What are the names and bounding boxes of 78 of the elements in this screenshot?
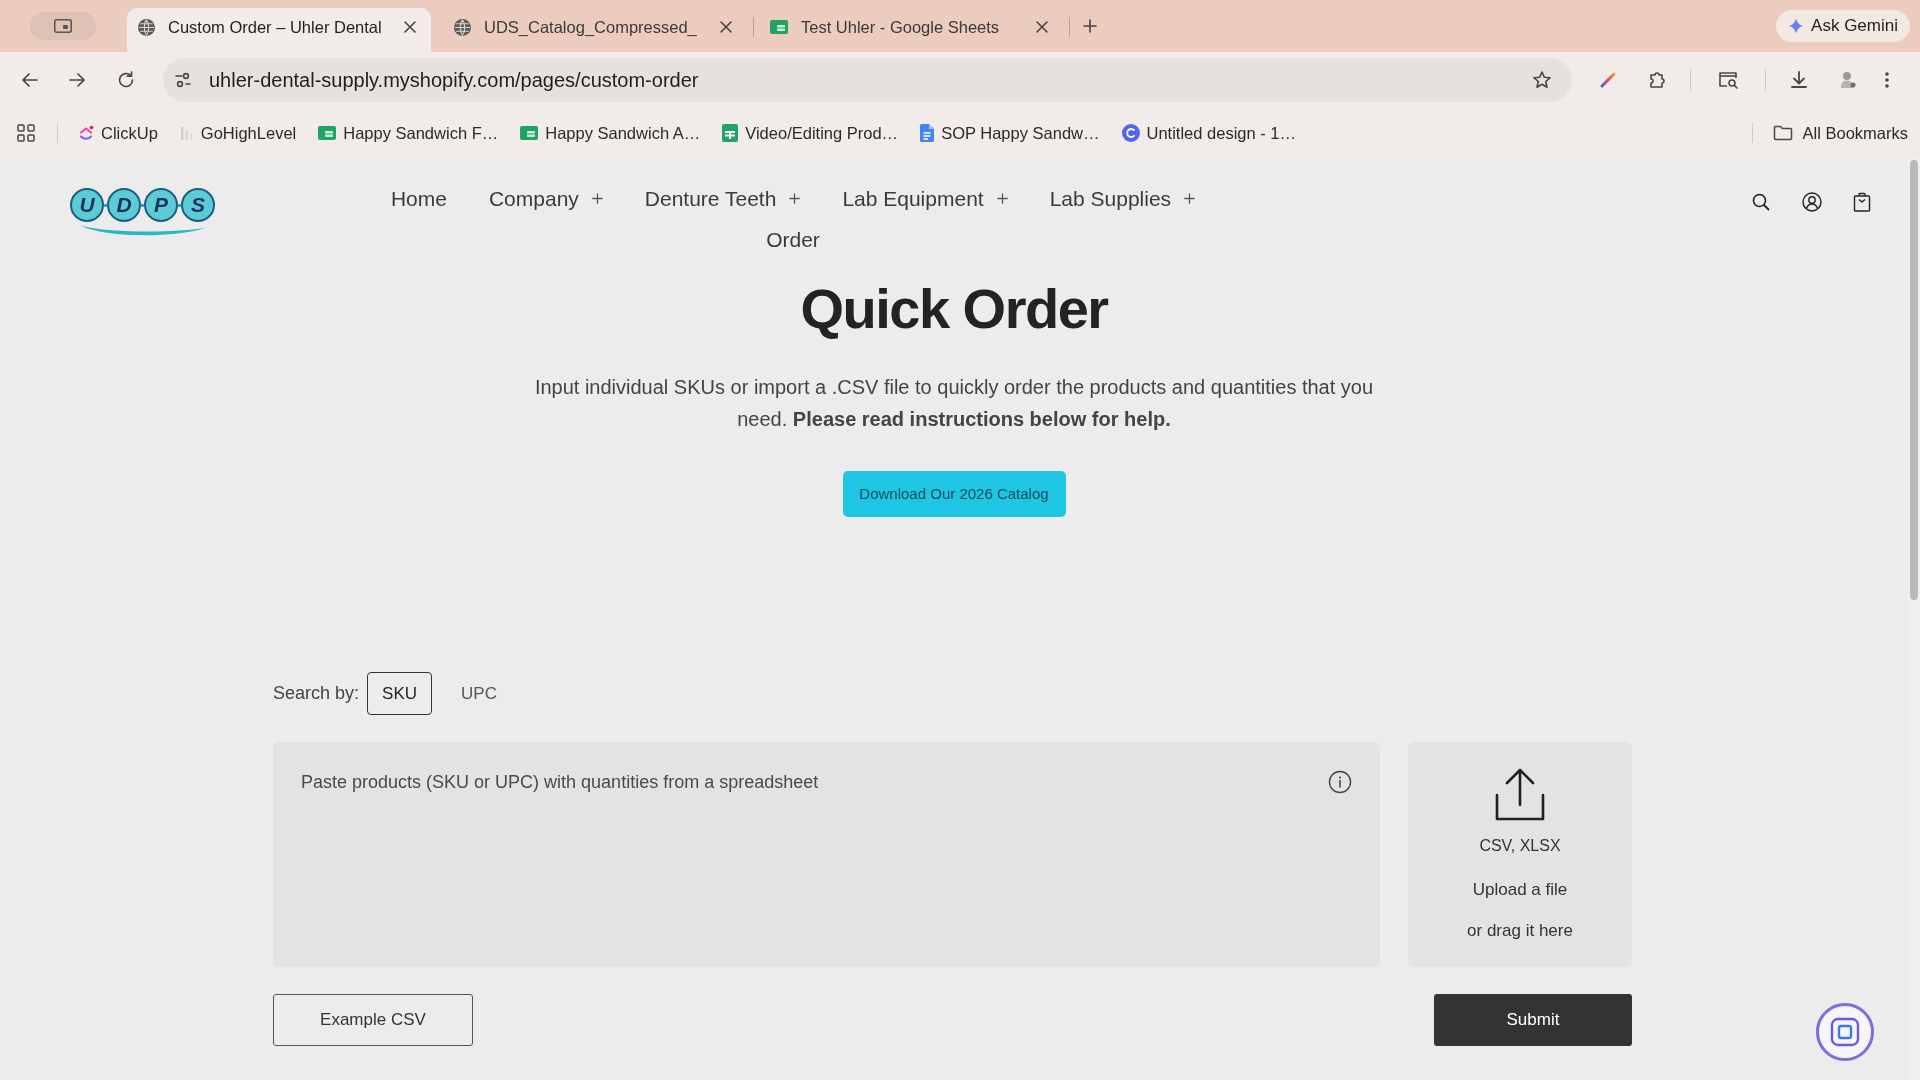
gradient-circle-icon — [1121, 124, 1140, 142]
window-icon — [54, 19, 72, 33]
more-icon[interactable] — [1884, 70, 1890, 90]
search-option-tab[interactable]: UPC — [446, 672, 512, 715]
back-icon[interactable] — [20, 70, 40, 90]
bars-icon — [179, 125, 194, 141]
bookmark-link[interactable]: Happy Sandwich F… — [312, 118, 505, 148]
window-button[interactable] — [30, 12, 96, 40]
globe-icon — [454, 18, 471, 36]
search-icon[interactable] — [1751, 192, 1771, 212]
plus-icon[interactable] — [789, 193, 801, 204]
frame-icon — [1830, 1017, 1860, 1047]
paste-field[interactable]: Paste products (SKU or UPC) with quantities from a spreadsheet — [273, 742, 1380, 967]
close-icon[interactable] — [1036, 21, 1048, 33]
logo-letter: S — [181, 188, 215, 222]
account-icon[interactable] — [1802, 192, 1822, 212]
close-icon[interactable] — [720, 21, 732, 33]
close-icon[interactable] — [404, 21, 416, 33]
globe-icon — [138, 18, 155, 36]
scrollbar-thumb[interactable] — [1910, 160, 1918, 600]
screen-search-icon[interactable] — [1717, 70, 1739, 90]
upload-text: Upload a file — [1472, 879, 1568, 901]
bookmark-link[interactable]: Video/Editing Prod… — [716, 118, 905, 148]
nav-link[interactable]: Company — [488, 178, 603, 219]
submit-button[interactable]: Submit — [1434, 994, 1632, 1046]
chevron-arc-icon — [78, 125, 94, 141]
plus-icon[interactable] — [996, 193, 1008, 204]
nav-link[interactable]: Denture Teeth — [644, 178, 801, 219]
logo-letter: U — [70, 188, 104, 222]
browser-tab[interactable]: Custom Order – Uhler Dental — [127, 8, 431, 52]
logo-letter: P — [144, 188, 178, 222]
nav-link[interactable]: Order — [766, 219, 820, 260]
figure-icon[interactable] — [1839, 70, 1857, 90]
upload-dropzone[interactable]: CSV, XLSX Upload a file or drag it here — [1408, 742, 1632, 967]
spreadsheet-icon — [318, 126, 337, 140]
download-icon[interactable] — [1789, 70, 1809, 90]
pen-icon[interactable] — [1598, 70, 1618, 90]
puzzle-icon[interactable] — [1647, 70, 1667, 90]
nav-link[interactable]: Lab Supplies — [1049, 178, 1196, 219]
logo-letter: D — [107, 188, 141, 222]
star-icon[interactable] — [1532, 70, 1552, 90]
apps-grid-icon[interactable] — [17, 124, 35, 142]
upload-icon — [1494, 767, 1546, 822]
search-option-tab[interactable]: SKU — [367, 672, 432, 715]
drag-hint-text: or drag it here — [1467, 920, 1573, 942]
nav-link[interactable]: Home — [390, 178, 447, 219]
intro-text: Input individual SKUs or import a .CSV file to quickly order the products and quantities that you need. Please read instructions below for help. — [533, 375, 1375, 432]
plus-icon[interactable] — [1184, 193, 1196, 204]
plus-icon[interactable] — [591, 193, 603, 204]
page-title: Quick Order — [799, 277, 1110, 341]
table-icon — [722, 124, 739, 142]
ask-gemini-button[interactable]: Ask Gemini — [1776, 10, 1910, 42]
spreadsheet-icon — [520, 126, 539, 140]
reload-icon[interactable] — [116, 70, 136, 90]
folder-icon — [1772, 125, 1793, 141]
download-catalog-button[interactable]: Download Our 2026 Catalog — [842, 471, 1066, 517]
floating-button[interactable] — [1816, 1003, 1874, 1061]
tune-icon[interactable] — [173, 70, 193, 90]
bookmark-link[interactable]: Untitled design - 1… — [1115, 118, 1302, 148]
search-by-label: Search by: — [273, 682, 360, 705]
bookmark-link[interactable]: SOP Happy Sandw… — [914, 118, 1106, 148]
browser-tab[interactable]: UDS_Catalog_Compressed_ — [443, 8, 747, 52]
bag-icon[interactable] — [1853, 192, 1871, 212]
forward-icon[interactable] — [67, 70, 87, 90]
example-csv-button[interactable]: Example CSV — [273, 994, 473, 1046]
bookmark-link[interactable]: GoHighLevel — [173, 118, 303, 148]
bookmark-link[interactable]: ClickUp — [72, 118, 164, 148]
spreadsheet-icon — [770, 20, 788, 34]
browser-tab[interactable]: Test Uhler - Google Sheets — [759, 8, 1063, 52]
nav-link[interactable]: Lab Equipment — [842, 178, 1008, 219]
file-types-text: CSV, XLSX — [1479, 836, 1561, 856]
new-tab-icon[interactable] — [1083, 19, 1097, 33]
all-bookmarks-link[interactable]: All Bookmarks — [1772, 120, 1908, 146]
address-field[interactable]: uhler-dental-supply.myshopify.com/pages/custom-order — [163, 58, 1572, 102]
bookmark-link[interactable]: Happy Sandwich A… — [514, 118, 707, 148]
document-icon — [920, 124, 935, 142]
info-icon[interactable] — [1328, 770, 1352, 794]
sparkle-icon — [1788, 18, 1805, 34]
